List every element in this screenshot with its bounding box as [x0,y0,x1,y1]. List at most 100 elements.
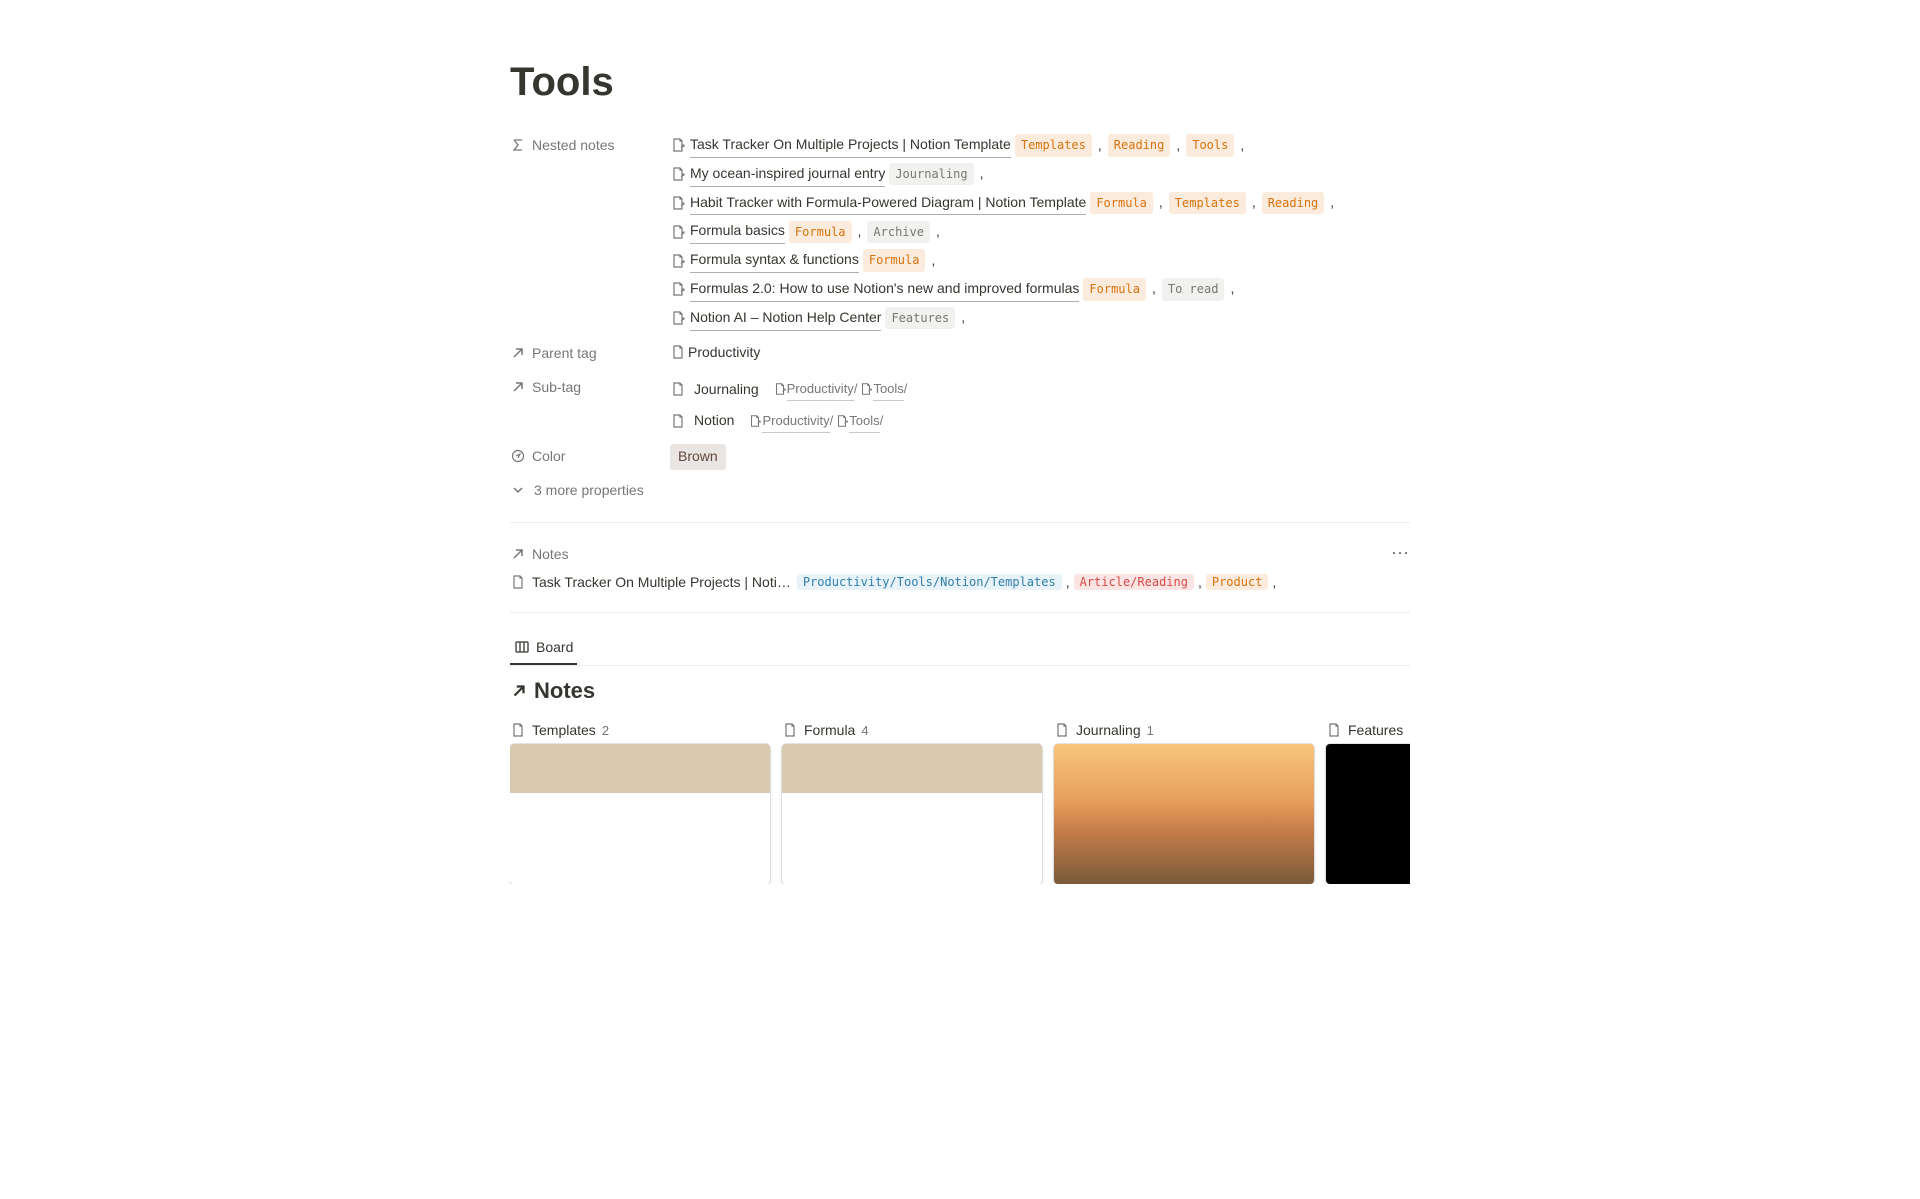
page-icon [510,574,526,590]
board-card[interactable] [782,744,1042,884]
sub-tag-value: Journaling Productivity/ Tools/Notion Prod… [670,375,1410,437]
prop-label-subtag: Sub-tag [510,375,670,395]
parent-tag-value[interactable]: Productivity [670,341,1410,365]
tag-pill: Formula [1090,192,1153,214]
nested-note-link[interactable]: My ocean-inspired journal entry [690,162,885,187]
page-link-icon [670,224,686,240]
board-column: Templates2 [510,716,770,884]
notes-relation-label: Notes [532,546,569,562]
page-link-icon [670,195,686,211]
color-value[interactable]: Brown [670,444,1410,470]
page-icon [670,413,686,429]
page-link-icon [748,414,762,428]
page-link-icon [835,414,849,428]
prop-label-parent: Parent tag [510,341,670,361]
tag-pill: Archive [867,221,930,243]
page-title: Tools [510,60,1410,105]
page-icon [670,344,686,360]
select-icon [510,448,526,464]
nested-note-link[interactable]: Formula syntax & functions [690,248,859,273]
nested-note-link[interactable]: Formulas 2.0: How to use Notion's new an… [690,277,1079,302]
breadcrumb-item[interactable]: Productivity/ [748,410,833,433]
nested-note-item[interactable]: Habit Tracker with Formula-Powered Diagr… [670,191,1410,216]
prop-color: Color Brown [510,440,1410,474]
page-icon [670,381,686,397]
column-count: 1 [1409,723,1410,738]
column-header[interactable]: Features1 [1326,716,1410,744]
subtag-row[interactable]: Journaling Productivity/ Tools/ [670,375,1410,405]
column-name: Journaling [1076,722,1141,738]
color-chip-brown: Brown [670,444,726,470]
nested-note-link[interactable]: Task Tracker On Multiple Projects | Noti… [690,133,1011,158]
nested-note-item[interactable]: Formula syntax & functions Formula , [670,248,1410,273]
page-icon [1054,722,1070,738]
breadcrumb-item[interactable]: Tools/ [859,378,907,401]
nested-note-link[interactable]: Habit Tracker with Formula-Powered Diagr… [690,191,1086,216]
tag-pill: To read [1162,278,1225,300]
tag-pill: Formula [863,249,926,271]
board-column: Formula 4 [782,716,1042,884]
board-card[interactable] [1054,744,1314,884]
page-link-icon [859,382,873,396]
tag-pill: Product [1206,574,1269,590]
arrow-up-right-icon [510,682,528,700]
tag-pill: Article/Reading [1074,574,1194,590]
board-card[interactable] [1326,744,1410,884]
subtag-name: Notion [694,409,734,433]
breadcrumb-item[interactable]: Tools/ [835,410,883,433]
page-icon [782,722,798,738]
board-icon [514,639,530,655]
page-link-icon [670,253,686,269]
column-header[interactable]: Templates2 [510,716,770,744]
column-header[interactable]: Journaling 1 [1054,716,1314,744]
sigma-icon [510,137,526,153]
page-link-icon [773,382,787,396]
tag-pill: Templates [1169,192,1246,214]
board-card[interactable] [510,744,770,884]
nested-note-link[interactable]: Formula basics [690,219,785,244]
tag-pill: Reading [1108,134,1171,156]
divider [510,612,1410,613]
nested-note-item[interactable]: Formula basics Formula , Archive , [670,219,1410,244]
nested-notes-value: Task Tracker On Multiple Projects | Noti… [670,133,1410,333]
nested-note-link[interactable]: Notion AI – Notion Help Center [690,306,881,331]
board-tabs: Board [510,631,1410,666]
nested-note-item[interactable]: Formulas 2.0: How to use Notion's new an… [670,277,1410,302]
tag-pill: Reading [1262,192,1325,214]
prop-label-nested: Nested notes [510,133,670,153]
chevron-down-icon [510,482,526,498]
column-count: 1 [1147,723,1154,738]
nested-note-item[interactable]: Task Tracker On Multiple Projects | Noti… [670,133,1410,158]
arrow-up-right-icon [510,379,526,395]
column-header[interactable]: Formula 4 [782,716,1042,744]
subtag-name: Journaling [694,378,759,402]
notes-relation-row[interactable]: Task Tracker On Multiple Projects | Noti… [510,568,1410,596]
tab-board[interactable]: Board [510,631,577,665]
prop-sub-tag: Sub-tag Journaling Productivity/ Tools/No… [510,371,1410,441]
subtag-row[interactable]: Notion Productivity/ Tools/ [670,406,1410,436]
breadcrumb-item[interactable]: Productivity/ [773,378,858,401]
tag-pill: Templates [1015,134,1092,156]
page-icon [1326,722,1342,738]
tag-pill: Journaling [889,163,973,185]
arrow-up-right-icon [510,345,526,361]
more-options-button[interactable]: ⋯ [1391,543,1410,564]
prop-label-color: Color [510,444,670,464]
column-name: Templates [532,722,596,738]
prop-nested-notes: Nested notes Task Tracker On Multiple Pr… [510,129,1410,337]
nested-note-item[interactable]: Notion AI – Notion Help Center Features … [670,306,1410,331]
page-icon [510,722,526,738]
tag-pill: Formula [789,221,852,243]
column-name: Formula [804,722,855,738]
notes-db-title[interactable]: Notes [510,678,1410,704]
page-link-icon [670,166,686,182]
board-column: Features1 [1326,716,1410,884]
page-link-icon [670,281,686,297]
column-count: 4 [861,723,868,738]
page-link-icon [670,310,686,326]
prop-parent-tag: Parent tag Productivity [510,337,1410,371]
more-properties-toggle[interactable]: 3 more properties [510,474,1410,506]
board-columns: Templates2Formula4Journaling1Features1 [510,716,1410,884]
nested-note-item[interactable]: My ocean-inspired journal entry Journali… [670,162,1410,187]
tag-pill: Features [885,307,955,329]
